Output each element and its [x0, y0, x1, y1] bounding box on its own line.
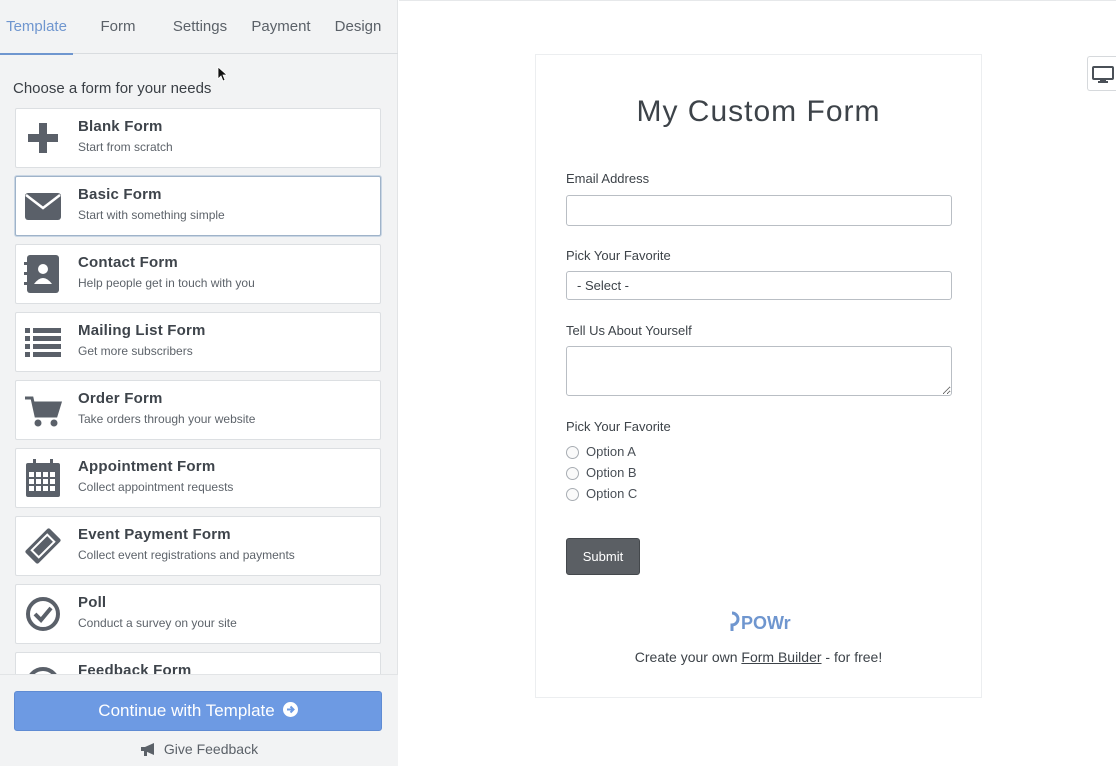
- give-feedback-link[interactable]: Give Feedback: [0, 741, 398, 757]
- continue-with-template-button[interactable]: Continue with Template: [14, 691, 382, 731]
- template-card-contact[interactable]: Contact Form Help people get in touch wi…: [15, 244, 381, 304]
- tab-template[interactable]: Template: [0, 0, 73, 55]
- powr-logo-mark: POWr: [730, 611, 791, 633]
- template-title: Poll: [78, 594, 107, 611]
- radio-option-label: Option C: [586, 486, 638, 501]
- footer-text-before: Create your own: [634, 649, 742, 665]
- tab-form[interactable]: Form: [88, 0, 148, 54]
- editor-tabs: Template Form Settings Payment Design: [0, 0, 398, 55]
- powr-logo-text: POWr: [741, 613, 791, 633]
- sidebar-footer: Continue with Template Give Feedback: [0, 674, 398, 766]
- template-card-order[interactable]: Order Form Take orders through your webs…: [15, 380, 381, 440]
- template-title: Blank Form: [78, 118, 163, 135]
- footer-text-after: - for free!: [821, 649, 883, 665]
- continue-button-label: Continue with Template: [98, 701, 275, 720]
- envelope-icon: [24, 186, 62, 226]
- contact-book-icon: [24, 254, 62, 294]
- calendar-icon: [24, 458, 62, 498]
- radio-group-label: Pick Your Favorite: [566, 419, 671, 434]
- give-feedback-label: Give Feedback: [163, 741, 259, 757]
- form-preview-pane: My Custom Form Email Address Pick Your F…: [399, 0, 1116, 766]
- tab-design[interactable]: Design: [328, 0, 388, 54]
- template-card-mailing-list[interactable]: Mailing List Form Get more subscribers: [15, 312, 381, 372]
- template-title: Event Payment Form: [78, 526, 231, 543]
- template-list[interactable]: Blank Form Start from scratch Basic Form…: [0, 104, 398, 674]
- template-prompt: Choose a form for your needs: [13, 80, 212, 97]
- template-card-appointment[interactable]: Appointment Form Collect appointment req…: [15, 448, 381, 508]
- list-icon: [24, 322, 62, 362]
- pick-favorite-label: Pick Your Favorite: [566, 248, 671, 263]
- megaphone-icon: [140, 743, 154, 756]
- radio-button[interactable]: [566, 488, 579, 501]
- mouse-cursor-icon: [217, 66, 227, 82]
- powr-logo[interactable]: POWr: [726, 611, 794, 633]
- monitor-icon: [1092, 66, 1114, 83]
- template-title: Contact Form: [78, 254, 178, 271]
- template-subtitle: Help people get in touch with you: [78, 276, 255, 290]
- form-title: My Custom Form: [636, 95, 881, 128]
- favorite-select[interactable]: - Select -: [566, 271, 952, 300]
- template-card-basic[interactable]: Basic Form Start with something simple: [15, 176, 381, 236]
- template-subtitle: Collect appointment requests: [78, 480, 234, 494]
- template-subtitle: Start with something simple: [78, 208, 225, 222]
- about-yourself-textarea[interactable]: [566, 346, 952, 396]
- radio-button[interactable]: [566, 467, 579, 480]
- plus-icon: [24, 118, 62, 158]
- template-title: Appointment Form: [78, 458, 216, 475]
- cart-icon: [24, 390, 62, 430]
- tab-payment[interactable]: Payment: [246, 0, 316, 54]
- template-card-poll[interactable]: Poll Conduct a survey on your site: [15, 584, 381, 644]
- editor-sidebar: Template Form Settings Payment Design Ch…: [0, 0, 398, 766]
- tab-settings[interactable]: Settings: [164, 0, 236, 54]
- about-yourself-label: Tell Us About Yourself: [566, 323, 692, 338]
- template-card-feedback[interactable]: Feedback Form: [15, 652, 381, 674]
- feedback-icon: [24, 662, 62, 674]
- check-circle-icon: [24, 594, 62, 634]
- template-title: Feedback Form: [78, 662, 192, 674]
- powr-footer: Create your own Form Builder - for free!: [536, 649, 981, 665]
- email-field[interactable]: [566, 195, 952, 226]
- submit-button[interactable]: Submit: [566, 538, 640, 575]
- form-builder-link[interactable]: Form Builder: [741, 649, 821, 665]
- template-subtitle: Start from scratch: [78, 140, 173, 154]
- app-window: Template Form Settings Payment Design Ch…: [0, 0, 1116, 766]
- radio-option-label: Option A: [586, 444, 636, 459]
- template-card-blank[interactable]: Blank Form Start from scratch: [15, 108, 381, 168]
- template-subtitle: Take orders through your website: [78, 412, 256, 426]
- email-label: Email Address: [566, 171, 650, 186]
- template-subtitle: Conduct a survey on your site: [78, 616, 237, 630]
- template-subtitle: Collect event registrations and payments: [78, 548, 295, 562]
- template-title: Mailing List Form: [78, 322, 206, 339]
- radio-option-label: Option B: [586, 465, 637, 480]
- template-card-event-payment[interactable]: Event Payment Form Collect event registr…: [15, 516, 381, 576]
- ticket-icon: [24, 526, 62, 566]
- desktop-view-button[interactable]: [1087, 56, 1116, 91]
- template-title: Basic Form: [78, 186, 162, 203]
- form-preview-card: My Custom Form Email Address Pick Your F…: [535, 54, 982, 698]
- template-subtitle: Get more subscribers: [78, 344, 193, 358]
- arrow-circle-right-icon: [282, 702, 298, 718]
- template-title: Order Form: [78, 390, 163, 407]
- radio-button[interactable]: [566, 446, 579, 459]
